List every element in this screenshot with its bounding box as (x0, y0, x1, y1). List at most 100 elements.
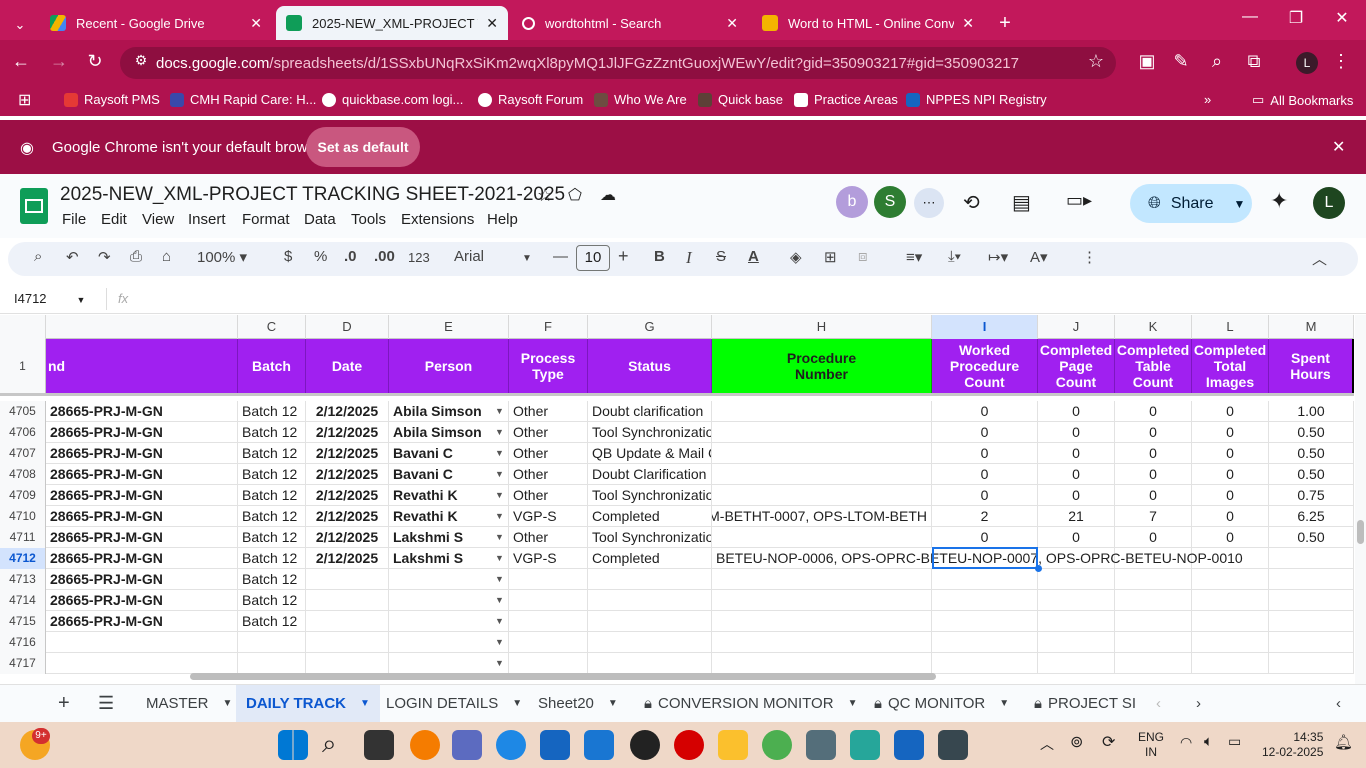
text-color-icon[interactable]: A (748, 248, 759, 265)
collaborator-avatar[interactable]: S (874, 186, 906, 218)
sheet-tab-sheet20[interactable]: Sheet20 ▼ (528, 685, 628, 722)
chevron-down-icon[interactable]: ▼ (512, 698, 522, 709)
row-number[interactable]: 4705 (0, 401, 46, 422)
task-view-icon[interactable] (364, 730, 394, 760)
cell-date[interactable] (306, 590, 389, 611)
strikethrough-icon[interactable]: S (716, 248, 726, 265)
more-toolbar-icon[interactable]: ⋮ (1082, 248, 1097, 266)
cell-worked-count[interactable]: 0 (932, 485, 1038, 506)
cell-page-count[interactable]: 0 (1038, 485, 1115, 506)
app-icon[interactable] (938, 730, 968, 760)
comments-icon[interactable]: ▤ (1012, 190, 1031, 215)
app-icon[interactable] (850, 730, 880, 760)
bookmark-raysoft-forum[interactable]: Raysoft Forum (478, 92, 583, 107)
cell-total-images[interactable]: 0 (1192, 506, 1269, 527)
cell-procedure-number[interactable] (712, 443, 932, 464)
cell-status[interactable]: Completed (588, 506, 712, 527)
cell-procedure-number[interactable] (712, 590, 932, 611)
header-cell[interactable]: Person (389, 339, 509, 393)
cell-spent-hours[interactable]: 0.50 (1269, 422, 1354, 443)
cell-spent-hours[interactable]: 0.75 (1269, 485, 1354, 506)
dropdown-chevron-icon[interactable]: ▼ (495, 485, 504, 506)
sheet-tab-master[interactable]: MASTER ▼ (136, 685, 242, 722)
cell-page-count[interactable]: 0 (1038, 401, 1115, 422)
apps-icon[interactable]: ⊞ (18, 90, 31, 110)
cell-batch[interactable] (238, 653, 306, 674)
cell-procedure-number[interactable] (712, 653, 932, 674)
menu-data[interactable]: Data (304, 211, 336, 228)
cell-process-type[interactable] (509, 611, 588, 632)
sheet-tab-daily-track[interactable]: DAILY TRACK ▼ (236, 685, 380, 722)
cell-status[interactable]: Tool Synchronization (588, 485, 712, 506)
cell-date[interactable] (306, 611, 389, 632)
cell-table-count[interactable]: 0 (1115, 443, 1192, 464)
select-all-corner[interactable] (0, 315, 46, 339)
cell-spent-hours[interactable] (1269, 611, 1354, 632)
all-sheets-icon[interactable]: ☰ (88, 685, 124, 722)
dropdown-chevron-icon[interactable]: ▼ (495, 443, 504, 464)
cell-date[interactable]: 2/12/2025 (306, 506, 389, 527)
cell-spent-hours[interactable] (1269, 590, 1354, 611)
cell-spent-hours[interactable]: 1.00 (1269, 401, 1354, 422)
horizontal-align-icon[interactable]: ≡▾ (906, 248, 922, 266)
cell-page-count[interactable] (1038, 590, 1115, 611)
cell-total-images[interactable] (1192, 590, 1269, 611)
text-wrapping-icon[interactable]: ↦▾ (988, 248, 1008, 266)
cell-spent-hours[interactable]: 0.50 (1269, 464, 1354, 485)
start-icon[interactable] (278, 730, 308, 760)
cell-batch[interactable]: Batch 12 (238, 485, 306, 506)
header-cell[interactable]: nd (46, 339, 238, 393)
cell-date[interactable]: 2/12/2025 (306, 485, 389, 506)
cell-spent-hours[interactable]: 0.50 (1269, 443, 1354, 464)
cell-batch[interactable]: Batch 12 (238, 506, 306, 527)
cell-page-count[interactable]: 0 (1038, 422, 1115, 443)
all-bookmarks[interactable]: ▭ All Bookmarks (1252, 92, 1353, 108)
cell-date[interactable]: 2/12/2025 (306, 464, 389, 485)
column-header-b[interactable] (46, 315, 238, 339)
notifications-icon[interactable]: 🔔︎ (1334, 733, 1353, 751)
cell-person[interactable]: Bavani C (389, 464, 509, 485)
cell-person[interactable] (389, 611, 509, 632)
cell-table-count[interactable]: 0 (1115, 401, 1192, 422)
currency-format-button[interactable]: $ (284, 248, 292, 265)
menu-format[interactable]: Format (242, 211, 290, 228)
cell-worked-count[interactable] (932, 611, 1038, 632)
header-cell[interactable]: Spent Hours (1269, 339, 1354, 393)
reload-icon[interactable]: ↻ (84, 51, 106, 72)
column-header-f[interactable]: F (509, 315, 588, 339)
cell-person[interactable]: Revathi K (389, 506, 509, 527)
cell-process-type[interactable]: Other (509, 527, 588, 548)
row-number[interactable]: 1 (0, 339, 46, 393)
cell-date[interactable]: 2/12/2025 (306, 548, 389, 569)
volume-icon[interactable]: 🔈︎ (1204, 733, 1213, 750)
chrome-taskbar-icon[interactable] (762, 730, 792, 760)
cell-project[interactable]: 28665-PRJ-M-GN (46, 422, 238, 443)
user-avatar[interactable]: L (1313, 187, 1345, 219)
sheet-tab-conversion-monitor[interactable]: 🔒︎ CONVERSION MONITOR ▼ (634, 685, 867, 722)
close-tab-icon[interactable]: ✕ (250, 15, 262, 32)
borders-icon[interactable]: ⊞ (824, 248, 837, 266)
cell-batch[interactable]: Batch 12 (238, 443, 306, 464)
cell-batch[interactable]: Batch 12 (238, 422, 306, 443)
store-icon[interactable] (540, 730, 570, 760)
cell-page-count[interactable] (1038, 569, 1115, 590)
browser-tab-search[interactable]: wordtohtml - Search ✕ (512, 6, 748, 40)
cell-worked-count[interactable]: 0 (932, 527, 1038, 548)
menu-insert[interactable]: Insert (188, 211, 226, 228)
cell-process-type[interactable]: Other (509, 422, 588, 443)
text-rotation-icon[interactable]: A▾ (1030, 248, 1048, 266)
close-tab-icon[interactable]: ✕ (726, 15, 738, 32)
row-number[interactable]: 4710 (0, 506, 46, 527)
cell-page-count[interactable] (1038, 653, 1115, 674)
cell-table-count[interactable] (1115, 632, 1192, 653)
cell-batch[interactable]: Batch 12 (238, 590, 306, 611)
chrome-menu-icon[interactable]: ⋮ (1330, 51, 1352, 72)
row-number[interactable]: 4717 (0, 653, 46, 674)
menu-file[interactable]: File (62, 211, 86, 228)
cell-total-images[interactable] (1192, 653, 1269, 674)
merge-cells-icon[interactable]: ⧈ (858, 248, 868, 265)
header-cell[interactable]: Completed Table Count (1115, 339, 1192, 393)
cell-date[interactable]: 2/12/2025 (306, 422, 389, 443)
row-number[interactable]: 4714 (0, 590, 46, 611)
back-icon[interactable]: ← (10, 51, 32, 72)
